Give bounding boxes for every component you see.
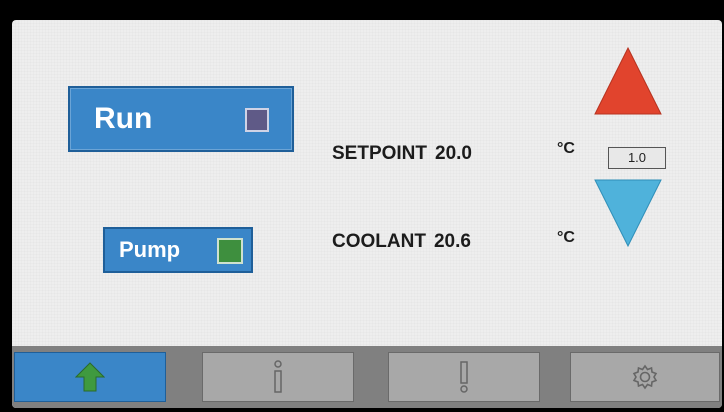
setpoint-readout: SETPOINT 20.0 — [332, 143, 472, 165]
increase-setpoint-button[interactable] — [593, 44, 663, 116]
nav-info-button[interactable] — [202, 352, 354, 402]
coolant-label: COOLANT — [332, 231, 426, 252]
setpoint-value: 20.0 — [435, 143, 472, 164]
gear-icon — [632, 364, 658, 390]
pump-status-indicator — [217, 238, 243, 264]
run-status-indicator — [245, 108, 269, 132]
decrease-setpoint-button[interactable] — [593, 178, 663, 250]
pump-button-label: Pump — [119, 237, 181, 262]
run-button[interactable]: Run — [68, 86, 294, 152]
home-icon — [75, 362, 105, 392]
coolant-unit: °C — [557, 229, 575, 246]
coolant-value: 20.6 — [433, 231, 471, 252]
coolant-readout: COOLANT 20.6 — [332, 231, 471, 253]
step-size-field[interactable]: 1.0 — [608, 147, 666, 169]
nav-home-button[interactable] — [14, 352, 166, 402]
hmi-screen: Run Pump SETPOINT 20.0 °C COOLANT 20.6 °C … — [12, 20, 722, 408]
nav-alarm-button[interactable] — [388, 352, 540, 402]
nav-settings-button[interactable] — [570, 352, 720, 402]
pump-button[interactable]: Pump — [103, 227, 253, 273]
bottom-navbar — [12, 346, 722, 408]
run-button-label: Run — [94, 102, 153, 135]
setpoint-unit: °C — [557, 140, 575, 157]
alarm-icon — [460, 361, 468, 393]
info-icon — [274, 360, 282, 393]
setpoint-label: SETPOINT — [332, 143, 428, 164]
